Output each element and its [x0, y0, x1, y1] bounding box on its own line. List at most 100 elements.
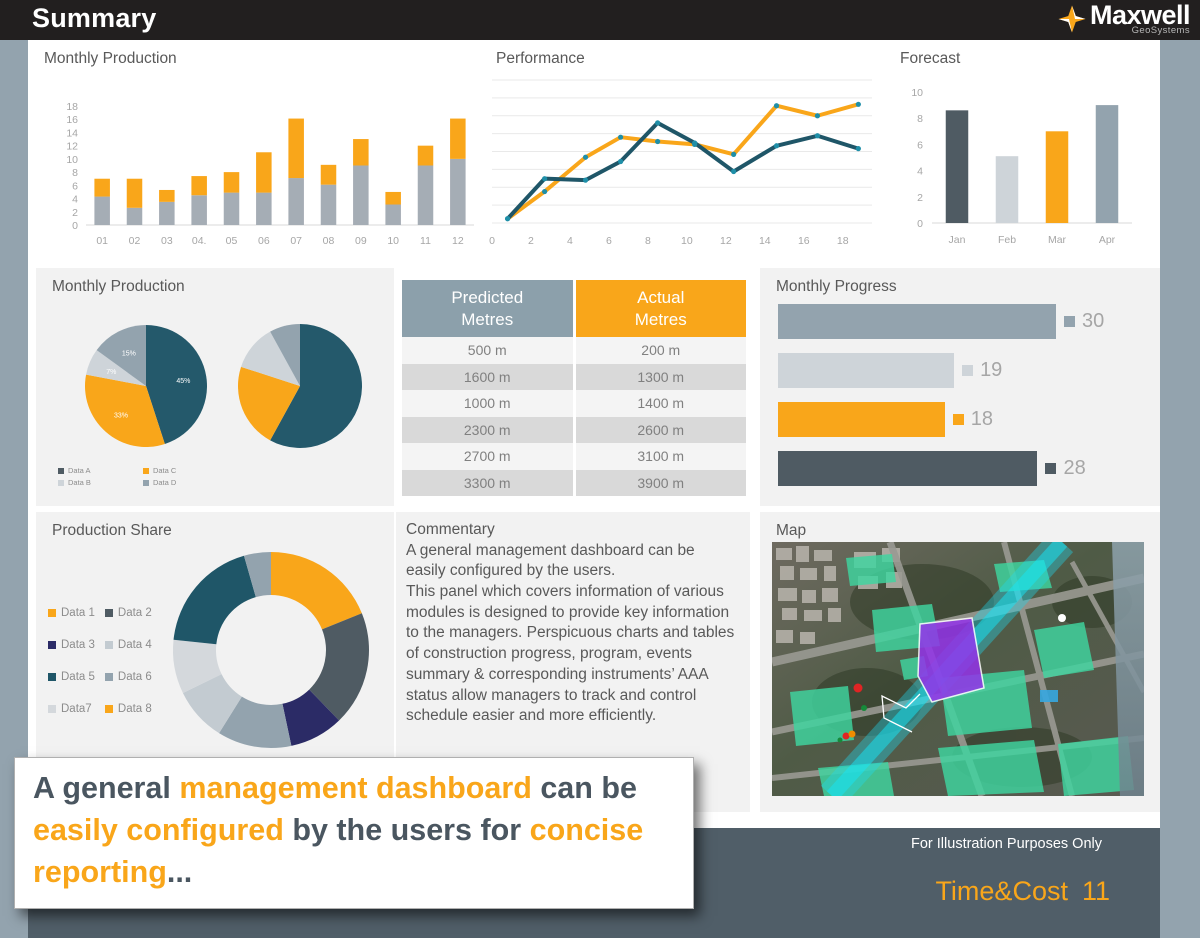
data-point	[731, 168, 737, 175]
table-cell: 1600 m	[402, 363, 576, 390]
y-axis-tick: 10	[911, 87, 923, 99]
y-axis-tick: 6	[72, 180, 78, 192]
table-row: 2300 m 2600 m	[402, 416, 746, 443]
map-viewport[interactable]	[772, 542, 1144, 796]
y-axis-tick: 16	[66, 114, 78, 126]
panel-performance: Performance 0 2 4 6 8 10 12 14 16 18	[480, 40, 884, 262]
y-axis-tick: 14	[66, 127, 78, 139]
y-axis-tick: 2	[917, 192, 923, 204]
progress-value: 19	[980, 359, 1003, 381]
x-axis-tick: 10	[681, 235, 693, 247]
data-point	[692, 140, 698, 146]
donut-legend: Data 1 Data 2 Data 3 Data 4 Data 5 Data 6 Data…	[48, 607, 152, 715]
donut-legend-item: Data7	[48, 703, 95, 715]
x-axis-tick: 12	[452, 235, 464, 247]
donut-legend-item: Data 8	[104, 703, 152, 715]
legend-label: Data 5	[61, 671, 95, 683]
data-point	[542, 176, 548, 182]
x-axis-tick: 14	[759, 235, 771, 247]
bar-segment-top	[450, 118, 466, 159]
map-title: Map	[776, 522, 807, 539]
table-cell: 1400 m	[574, 390, 746, 417]
x-axis-tick: 2	[528, 235, 534, 247]
donut-slice	[173, 555, 256, 645]
progress-bar	[778, 304, 1056, 339]
data-point	[618, 134, 624, 140]
forecast-bar	[945, 110, 969, 223]
legend-swatch	[104, 705, 113, 713]
x-axis-tick: 02	[129, 235, 141, 247]
legend-swatch	[58, 467, 64, 474]
pie-slice-label: 15%	[122, 350, 136, 357]
line-series	[505, 102, 861, 221]
pie-legend-item: Data D	[142, 478, 177, 487]
predicted-line2: Metres	[461, 309, 514, 329]
table-row: 3300 m 3900 m	[402, 469, 746, 496]
progress-bar	[778, 451, 1038, 486]
bar-segment-top	[417, 145, 434, 166]
commentary-heading: Commentary	[406, 521, 495, 538]
donut-legend-item: Data 6	[104, 671, 152, 683]
footer-disclaimer: For Illustration Purposes Only	[911, 836, 1102, 852]
progress-value: 30	[1082, 310, 1105, 332]
x-axis-tick: Mar	[1048, 234, 1067, 246]
progress-swatch	[1045, 463, 1057, 474]
x-axis-tick: 09	[355, 235, 367, 247]
bar-segment-top	[288, 118, 304, 179]
progress-row: 18	[778, 402, 1143, 437]
callout-seg-5: by the users for	[283, 812, 530, 847]
table-row: 1000 m 1400 m	[402, 390, 746, 417]
data-point	[504, 216, 511, 222]
x-axis-tick: 11	[420, 235, 431, 247]
bar-segment-base	[191, 195, 207, 225]
progress-row: 28	[778, 451, 1143, 486]
data-point	[582, 177, 589, 183]
legend-label: Data A	[68, 466, 91, 475]
bar-segment-top	[159, 189, 175, 202]
x-axis-tick: 4	[567, 235, 573, 247]
y-axis-tick: 18	[66, 101, 78, 113]
header-bar: Summary Maxwell GeoSystems	[0, 0, 1200, 40]
page-number: 11	[1081, 876, 1110, 906]
callout-seg-4: easily configured	[33, 812, 284, 847]
x-axis-tick: 04.	[192, 235, 207, 247]
map-satellite-image	[772, 542, 1144, 796]
donut-legend-item: Data 5	[48, 671, 95, 683]
table-body: 500 m 200 m 1600 m 1300 m 1000 m 1400 m 2300 m…	[402, 337, 746, 496]
monthly-production-bar-chart: 02468101214161801 02 03 04. 05 06 07 08 09 10 11 12	[66, 101, 474, 247]
bar-segment-base	[223, 192, 240, 225]
x-axis-tick: 05	[226, 235, 238, 247]
y-axis-tick: 2	[72, 207, 78, 219]
callout-seg-7: ...	[166, 854, 193, 889]
progress-swatch	[962, 365, 974, 376]
monthly-progress-title: Monthly Progress	[776, 278, 897, 295]
legend-swatch	[142, 467, 149, 474]
y-axis-tick: 10	[66, 154, 78, 166]
legend-label: Data C	[152, 466, 177, 475]
data-point	[773, 143, 780, 149]
progress-value-tag: 30	[1064, 310, 1104, 333]
x-axis-tick: Feb	[998, 234, 1016, 246]
legend-swatch	[48, 705, 56, 713]
x-axis-tick: 06	[258, 235, 270, 247]
dashboard-slide: Summary Maxwell GeoSystems Monthly Produ…	[0, 0, 1200, 938]
legend-label: Data 3	[61, 639, 95, 651]
x-axis-tick: 01	[96, 235, 108, 247]
legend-label: Data D	[152, 478, 177, 487]
bar-segment-top	[256, 152, 272, 193]
table-row: 2700 m 3100 m	[402, 443, 746, 470]
data-point	[655, 138, 661, 145]
progress-value: 18	[970, 408, 994, 430]
data-point	[814, 113, 821, 119]
x-axis-tick: 10	[387, 235, 399, 247]
actual-line1: Actual	[637, 288, 685, 308]
progress-swatch	[952, 414, 964, 425]
panel-forecast: Forecast 0 2 4 6 8 10 Jan Feb Mar Apr	[884, 40, 1160, 262]
predicted-line1: Predicted	[451, 288, 524, 308]
bar-segment-top	[353, 139, 369, 166]
table-cell: 1300 m	[574, 363, 746, 390]
data-point	[855, 101, 861, 107]
data-point	[618, 158, 624, 165]
forecast-bar-chart: 0 2 4 6 8 10 Jan Feb Mar Apr	[911, 87, 1132, 246]
pie-legend-item: Data C	[142, 466, 177, 475]
